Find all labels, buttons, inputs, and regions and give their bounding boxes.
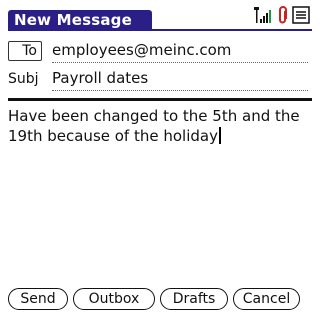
message-body-text: Have been changed to the 5th and the 19t… (8, 107, 300, 145)
subject-field[interactable]: Payroll dates (52, 68, 308, 91)
title-underline (8, 29, 312, 31)
new-message-screen: New Message To employees@meinc.com Subj … (4, 4, 316, 316)
subject-label: Subj (8, 71, 39, 87)
subject-row: Subj Payroll dates (8, 68, 308, 92)
outbox-button[interactable]: Outbox (73, 288, 155, 310)
send-button[interactable]: Send (8, 288, 68, 310)
message-body[interactable]: Have been changed to the 5th and the 19t… (8, 106, 312, 146)
header-divider (8, 98, 312, 101)
to-button[interactable]: To (8, 41, 42, 61)
status-icons (254, 6, 310, 28)
drafts-button[interactable]: Drafts (160, 288, 228, 310)
menu-icon[interactable] (292, 6, 310, 28)
signal-strength-icon[interactable] (254, 6, 274, 28)
attachment-icon[interactable] (278, 6, 288, 28)
app-title[interactable]: New Message (8, 10, 152, 30)
to-row: To employees@meinc.com (8, 40, 308, 64)
title-bar: New Message (4, 4, 316, 31)
text-cursor (218, 127, 221, 144)
to-field[interactable]: employees@meinc.com (52, 40, 308, 63)
button-row: Send Outbox Drafts Cancel (8, 288, 312, 312)
cancel-button[interactable]: Cancel (233, 288, 300, 310)
